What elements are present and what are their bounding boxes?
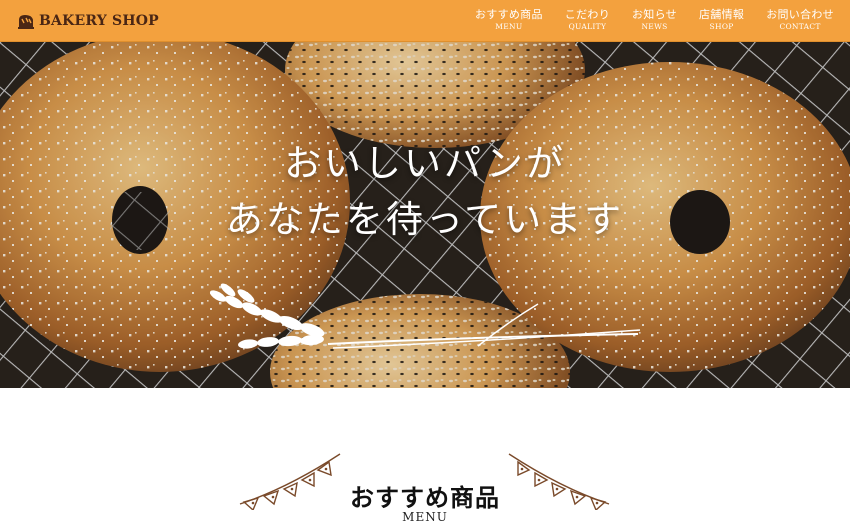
nav-item-menu[interactable]: おすすめ商品 MENU <box>475 8 543 32</box>
site-header: BAKERY SHOP おすすめ商品 MENU こだわり QUALITY お知ら… <box>0 0 850 42</box>
wheat-icon <box>209 283 641 349</box>
hero-headline-line2: あなたを待っています <box>225 198 625 241</box>
logo-text: BAKERY SHOP <box>39 13 159 29</box>
nav-item-sublabel: MENU <box>495 22 523 31</box>
nav-item-sublabel: QUALITY <box>568 22 607 31</box>
nav-item-sublabel: NEWS <box>641 22 668 31</box>
hero-headline: おいしいパンが あなたを待っています <box>0 136 850 248</box>
nav-item-label: おすすめ商品 <box>474 8 543 21</box>
nav-item-label: お問い合わせ <box>766 8 834 21</box>
site-logo[interactable]: BAKERY SHOP <box>16 9 159 33</box>
nav-item-news[interactable]: お知らせ NEWS <box>632 8 677 32</box>
section-title: おすすめ商品 <box>350 483 500 512</box>
menu-section-heading: おすすめ商品 MENU <box>0 440 850 531</box>
nav-item-shop[interactable]: 店舗情報 SHOP <box>699 8 744 32</box>
nav-item-sublabel: CONTACT <box>779 22 821 31</box>
nav-item-label: こだわり <box>564 8 610 21</box>
hero-banner: おいしいパンが あなたを待っています <box>0 42 850 388</box>
main-nav: おすすめ商品 MENU こだわり QUALITY お知らせ NEWS 店舗情報 … <box>475 8 834 32</box>
bread-icon <box>18 15 34 29</box>
nav-item-sublabel: SHOP <box>709 22 734 31</box>
nav-item-quality[interactable]: こだわり QUALITY <box>565 8 610 32</box>
nav-item-label: 店舗情報 <box>698 8 745 21</box>
hero-headline-line1: おいしいパンが <box>284 142 566 185</box>
nav-item-contact[interactable]: お問い合わせ CONTACT <box>766 8 834 32</box>
nav-item-label: お知らせ <box>632 8 677 21</box>
section-subtitle: MENU <box>402 510 448 524</box>
